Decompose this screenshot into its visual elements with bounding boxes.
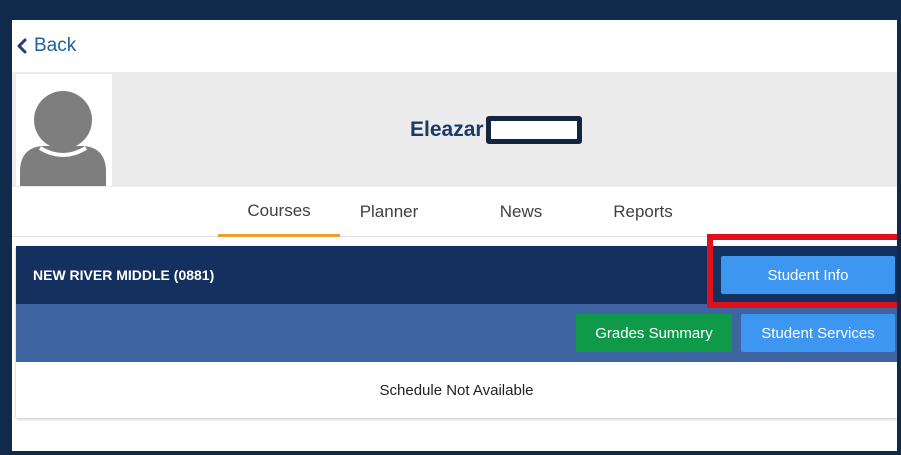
student-name: Eleazar [410,118,484,141]
window-frame-right [897,0,901,455]
chevron-left-icon [17,38,27,54]
student-name-wrap: Eleazar [410,116,582,144]
tab-courses[interactable]: Courses [218,187,340,237]
student-services-button[interactable]: Student Services [741,314,895,352]
window-frame-left [0,0,12,455]
school-name: NEW RIVER MIDDLE (0881) [33,267,215,283]
tab-reports[interactable]: Reports [598,187,688,237]
profile-header: Eleazar [12,72,897,187]
avatar [16,74,112,186]
schedule-status: Schedule Not Available [379,381,534,399]
tab-planner[interactable]: Planner [344,187,434,237]
redacted-last-name [485,116,582,144]
back-label: Back [34,35,77,56]
tab-bar: Courses Planner News Reports [12,187,897,237]
school-actions-bar: Grades Summary Student Services [16,304,897,362]
back-row: Back [12,20,897,72]
user-silhouette-icon [20,91,106,186]
back-link[interactable]: Back [16,35,76,57]
school-card: NEW RIVER MIDDLE (0881) Student Info Gra… [16,234,897,418]
tab-news[interactable]: News [488,187,554,237]
highlight-box [707,234,897,308]
app-container: Back Eleazar Courses Planner News Report… [12,20,897,451]
grades-summary-button[interactable]: Grades Summary [576,314,732,352]
window-frame-top [0,0,901,20]
window-frame-bottom [0,451,901,455]
